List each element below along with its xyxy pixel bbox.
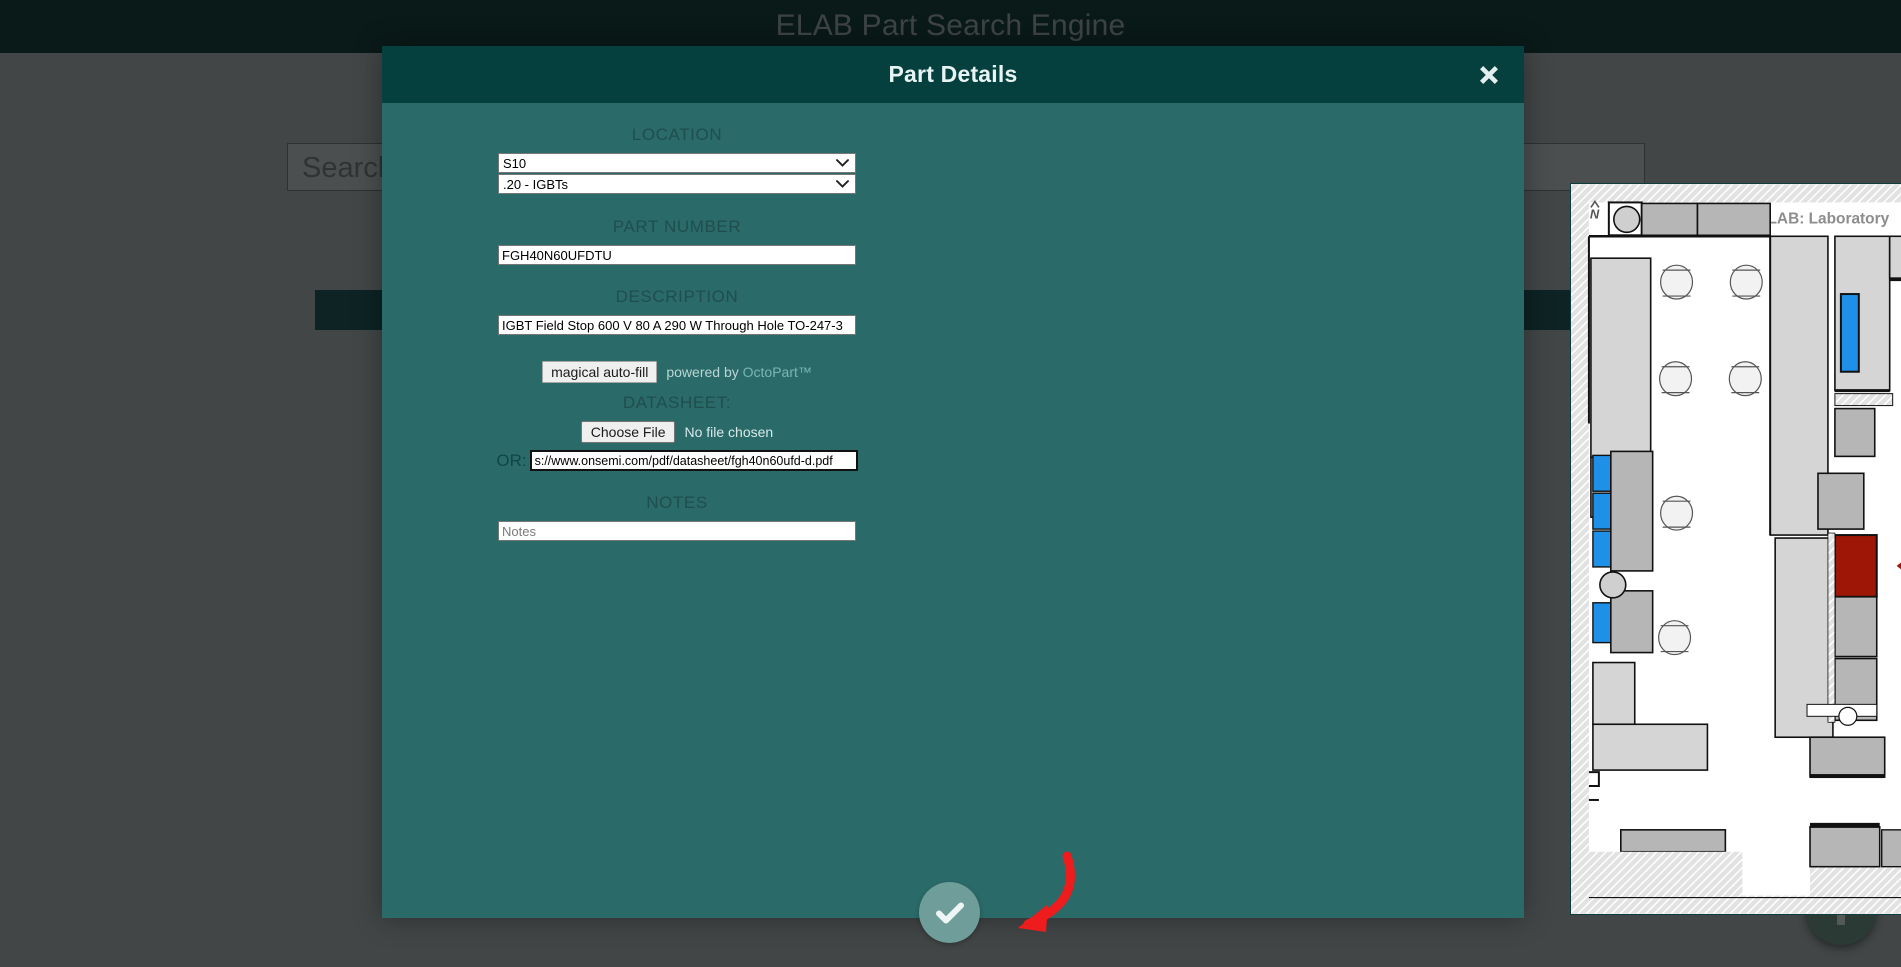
save-part-button[interactable] bbox=[919, 882, 980, 943]
svg-text:N: N bbox=[1590, 206, 1600, 221]
marked-cabinet bbox=[1592, 530, 1612, 568]
app-title: ELAB Part Search Engine bbox=[775, 9, 1126, 42]
octopart-brand: OctoPart™ bbox=[742, 364, 812, 380]
description-wrap bbox=[382, 315, 972, 335]
datasheet-file-row: Choose File No file chosen bbox=[382, 421, 972, 443]
location-bin-wrap: .20 - IGBTs bbox=[382, 174, 972, 195]
location-label: LOCATION bbox=[631, 125, 723, 144]
file-status-text: No file chosen bbox=[684, 424, 774, 440]
check-icon bbox=[935, 902, 964, 923]
marked-cabinet bbox=[1839, 293, 1860, 373]
map-column: N ELAB: Laboratory bbox=[972, 103, 1901, 918]
powered-by-text: powered by OctoPart™ bbox=[666, 364, 812, 380]
marked-cabinet bbox=[1592, 602, 1612, 644]
marked-cabinet bbox=[1592, 454, 1612, 492]
map-room-label: ELAB: Laboratory bbox=[1757, 210, 1889, 227]
close-icon[interactable] bbox=[1472, 58, 1506, 92]
location-room-value: S10 bbox=[503, 155, 527, 171]
datasheet-url-row: OR: bbox=[382, 450, 972, 471]
location-bin-value: .20 - IGBTs bbox=[503, 176, 569, 192]
location-bin-select[interactable]: .20 - IGBTs bbox=[498, 174, 856, 194]
part-details-modal: Part Details LOCATION S10 .20 - IGBTs PA… bbox=[382, 46, 1901, 943]
part-form: LOCATION S10 .20 - IGBTs PART NUMBER FGH… bbox=[382, 103, 972, 918]
datasheet-label: DATASHEET: bbox=[622, 393, 732, 412]
location-room-select[interactable]: S10 bbox=[498, 153, 856, 173]
highlighted-part-location bbox=[1833, 534, 1878, 598]
modal-header: Part Details bbox=[382, 46, 1524, 103]
marked-cabinet bbox=[1592, 492, 1612, 530]
choose-file-button[interactable]: Choose File bbox=[580, 421, 676, 443]
notes-input[interactable] bbox=[498, 521, 856, 541]
chevron-down-icon bbox=[836, 156, 849, 171]
modal-title: Part Details bbox=[888, 61, 1018, 87]
notes-wrap bbox=[382, 521, 972, 541]
description-input[interactable] bbox=[498, 315, 856, 335]
part-number-label: PART NUMBER bbox=[612, 217, 742, 236]
part-number-input[interactable] bbox=[498, 245, 856, 265]
or-label: OR: bbox=[496, 450, 527, 470]
description-label: DESCRIPTION bbox=[615, 287, 739, 306]
datasheet-url-input[interactable] bbox=[529, 450, 858, 471]
autofill-row: magical auto-fill powered by OctoPart™ bbox=[382, 361, 972, 383]
chevron-down-icon bbox=[836, 177, 849, 192]
powered-by-prefix: powered by bbox=[666, 364, 743, 380]
modal-body: LOCATION S10 .20 - IGBTs PART NUMBER FGH… bbox=[382, 103, 1901, 943]
location-room-wrap: S10 bbox=[382, 153, 972, 174]
part-number-wrap bbox=[382, 245, 972, 265]
laboratory-floorplan[interactable]: N ELAB: Laboratory bbox=[1570, 183, 1901, 915]
magical-auto-fill-button[interactable]: magical auto-fill bbox=[542, 361, 658, 383]
notes-label: NOTES bbox=[646, 493, 708, 512]
